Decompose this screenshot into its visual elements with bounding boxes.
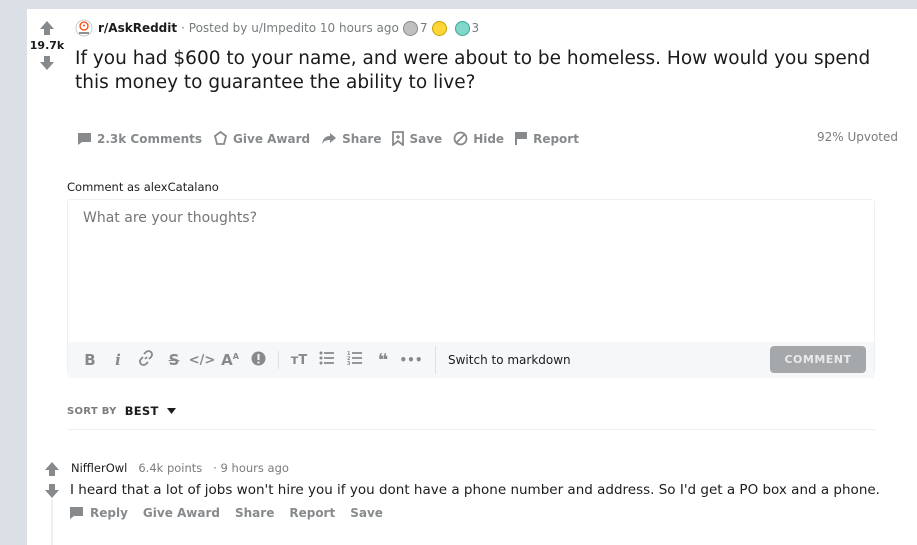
upvote-ratio: 92% Upvoted: [816, 130, 898, 144]
superscript-icon[interactable]: AA: [216, 351, 244, 369]
editor-toolbar: B i S </> AA ᴛT 123 ❝ ••• Switch to mark…: [68, 342, 874, 378]
report-label: Report: [533, 131, 579, 146]
comment-textarea[interactable]: [68, 200, 874, 338]
caret-down-icon[interactable]: [166, 408, 176, 414]
comment-vote-column: [43, 461, 61, 499]
report-button[interactable]: Report: [511, 127, 583, 150]
award-count-third: 3: [471, 21, 480, 35]
sort-label: SORT BY: [67, 405, 117, 417]
comment-give-award-button[interactable]: Give Award: [143, 506, 220, 520]
comment-as-label: Comment as alexCatalano: [67, 180, 219, 194]
comment-share-button[interactable]: Share: [235, 506, 274, 520]
sort-value[interactable]: BEST: [125, 404, 159, 418]
comment-body: I heard that a lot of jobs won't hire yo…: [70, 482, 880, 498]
give-award-label: Give Award: [233, 131, 311, 146]
toolbar-divider: [278, 351, 279, 369]
comment-meta: NifflerOwl 6.4k points · 9 hours ago: [71, 461, 289, 475]
award-count-silver: 7: [419, 21, 428, 35]
comment-report-button[interactable]: Report: [289, 506, 335, 520]
reply-icon: [70, 507, 83, 519]
hide-button[interactable]: Hide: [449, 127, 508, 150]
post-title[interactable]: If you had $600 to your name, and were a…: [75, 47, 905, 95]
bulleted-list-icon[interactable]: [313, 351, 341, 369]
heading-icon[interactable]: ᴛT: [285, 353, 313, 368]
reply-button[interactable]: Reply: [69, 506, 128, 520]
sort-control[interactable]: SORT BY BEST: [67, 404, 176, 418]
svg-text:3: 3: [347, 361, 351, 365]
post-meta: r/AskReddit · Posted by u/Impedito 10 ho…: [75, 19, 479, 37]
link-icon[interactable]: [132, 350, 160, 370]
upvote-icon[interactable]: [39, 20, 55, 36]
post-actions: 2.3k Comments Give Award Share Save Hide…: [73, 127, 586, 150]
comment-editor: B i S </> AA ᴛT 123 ❝ ••• Switch to mark…: [67, 199, 875, 378]
comment-author[interactable]: NifflerOwl: [71, 461, 127, 475]
quote-icon[interactable]: ❝: [369, 350, 397, 371]
comment-submit-button[interactable]: COMMENT: [770, 346, 866, 373]
section-divider: [67, 429, 875, 430]
comment-save-button[interactable]: Save: [350, 506, 383, 520]
save-button[interactable]: Save: [388, 127, 446, 150]
platinum-award-icon[interactable]: [454, 20, 470, 36]
gold-award-icon[interactable]: [431, 20, 447, 36]
post-vote-count: 19.7k: [29, 39, 65, 52]
subreddit-icon[interactable]: [75, 19, 93, 37]
award-icon: [214, 131, 228, 145]
give-award-button[interactable]: Give Award: [209, 127, 314, 150]
numbered-list-icon[interactable]: 123: [341, 351, 369, 369]
more-icon[interactable]: •••: [397, 353, 425, 367]
switch-to-markdown-link[interactable]: Switch to markdown: [435, 346, 571, 374]
save-label: Save: [409, 131, 443, 146]
share-label: Share: [342, 131, 382, 146]
code-icon[interactable]: </>: [188, 353, 216, 368]
hide-label: Hide: [473, 131, 505, 146]
bookmark-icon: [392, 131, 405, 146]
comments-button[interactable]: 2.3k Comments: [73, 128, 206, 150]
subreddit-link[interactable]: r/AskReddit: [98, 21, 177, 35]
comment-downvote-icon[interactable]: [44, 483, 60, 499]
comment-time[interactable]: · 9 hours ago: [213, 461, 289, 475]
comment-actions: Reply Give Award Share Report Save: [69, 506, 398, 520]
share-icon: [322, 133, 337, 144]
downvote-icon[interactable]: [39, 55, 55, 71]
comment-upvote-icon[interactable]: [44, 461, 60, 477]
hide-icon: [453, 131, 468, 146]
silver-award-icon[interactable]: [402, 20, 418, 36]
comment-thread-line[interactable]: [51, 499, 53, 545]
share-button[interactable]: Share: [317, 128, 385, 150]
strikethrough-icon[interactable]: S: [160, 351, 188, 369]
comments-label: 2.3k Comments: [97, 131, 203, 146]
reply-label: Reply: [90, 506, 128, 520]
italic-icon[interactable]: i: [104, 351, 132, 369]
comment-points: 6.4k points: [138, 461, 203, 475]
posted-by[interactable]: · Posted by u/Impedito 10 hours ago: [181, 21, 399, 35]
flag-icon: [515, 132, 528, 145]
spoiler-icon[interactable]: [244, 351, 272, 370]
bold-icon[interactable]: B: [76, 351, 104, 369]
comment-icon: [78, 132, 91, 145]
post-card: 19.7k r/AskReddit · Posted by u/Impedito…: [27, 9, 917, 545]
post-vote-column: 19.7k: [27, 20, 67, 71]
